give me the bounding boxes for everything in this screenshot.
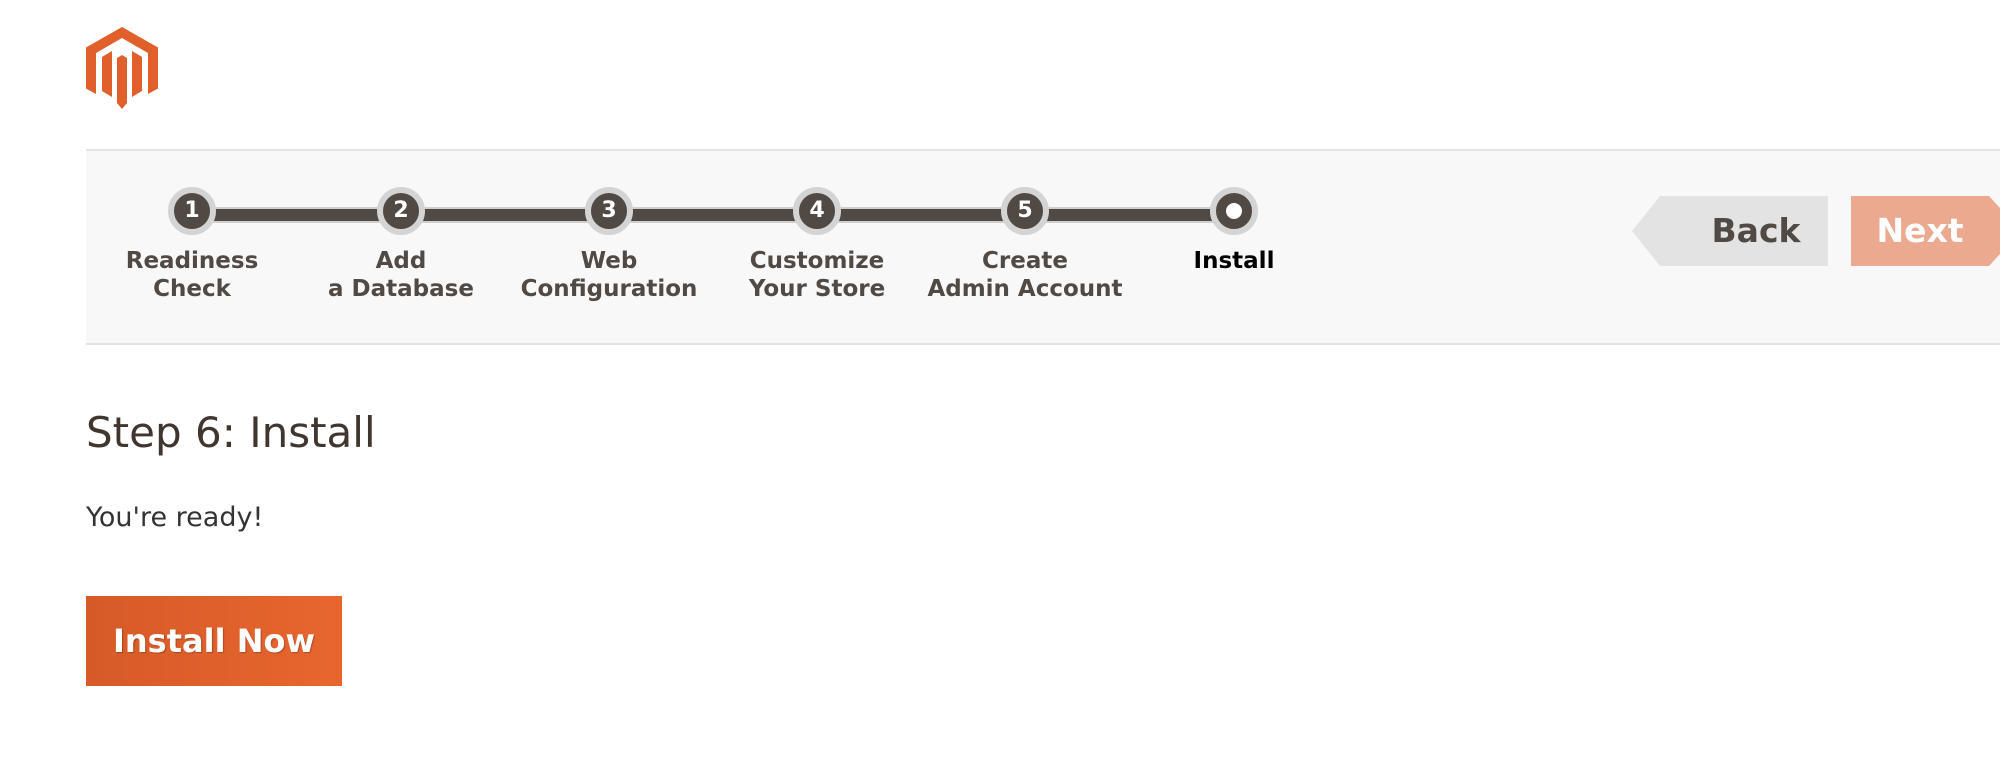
next-button[interactable]: Next [1851,196,2000,266]
step-number-badge: 3 [585,187,633,235]
step-label: Create Admin Account [927,248,1123,302]
step-label: Readiness Check [125,248,259,302]
step-number-badge: 2 [377,187,425,235]
step-label: Web Configuration [520,248,698,302]
install-now-button[interactable]: Install Now [86,596,342,686]
step-web-configuration: 3 Web Configuration [509,187,709,303]
step-readiness-check: 1 Readiness Check [92,187,292,303]
ready-message: You're ready! [86,502,264,533]
step-number-badge: 5 [1001,187,1049,235]
step-install: Install [1134,187,1334,275]
step-label: Customize Your Store [748,248,886,302]
step-create-admin-account: 5 Create Admin Account [925,187,1125,303]
back-button[interactable]: Back [1632,196,1828,266]
magento-logo-icon [86,27,158,109]
step-add-database: 2 Add a Database [301,187,501,303]
current-step-indicator [1210,187,1258,235]
page-title: Step 6: Install [86,408,376,457]
step-label: Install [1193,248,1275,274]
progress-nav-bar: 1 Readiness Check 2 Add a Database 3 Web… [86,149,2000,345]
step-number-badge: 4 [793,187,841,235]
step-customize-store: 4 Customize Your Store [717,187,917,303]
step-label: Add a Database [328,248,474,302]
step-number-badge: 1 [168,187,216,235]
